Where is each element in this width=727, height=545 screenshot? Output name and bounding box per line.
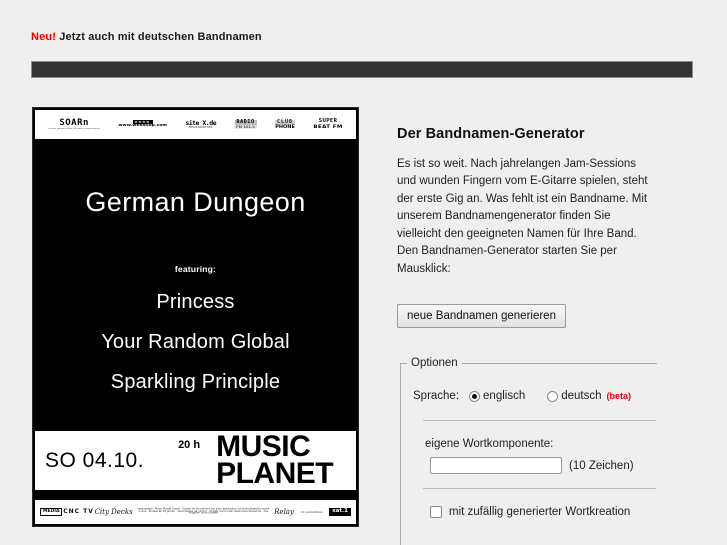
- beta-tag: (beta): [606, 391, 632, 401]
- sponsor-logo: sat.1: [329, 508, 351, 516]
- header-bar: [31, 61, 693, 78]
- poster-venue-line2: PLANET: [216, 456, 334, 490]
- radio-language-englisch[interactable]: [469, 390, 481, 402]
- poster-band-name: Your Random Global: [101, 331, 290, 353]
- sponsor-logo-sub: www.webshop.com: [118, 123, 168, 128]
- neu-badge: Neu!: [31, 31, 57, 43]
- checkbox-label-random-creation: mit zufällig generierter Wortkreation: [449, 506, 631, 518]
- top-notice: Neu! Jetzt auch mit deutschen Bandnamen: [31, 31, 262, 43]
- sponsor-logo: CC promotions: [300, 509, 323, 514]
- language-label: Sprache:: [413, 390, 460, 402]
- top-notice-text: Jetzt auch mit deutschen Bandnamen: [59, 31, 262, 43]
- radio-label-deutsch: deutsch: [561, 390, 602, 402]
- sponsor-logo: ▬▬▬▬ www.webshop.com: [118, 120, 167, 129]
- sponsor-logo-mark: SUPER: [318, 118, 338, 124]
- sponsor-logo: site X.de MEDIENPARTNER: [185, 120, 216, 129]
- sponsor-logo-sub: MEDIENPARTNER: [188, 125, 213, 130]
- sponsor-logo: SUPER BEAT FM: [313, 118, 343, 130]
- poster-featuring-label: featuring:: [174, 264, 217, 274]
- wordcomponent-row: (10 Zeichen): [430, 457, 657, 474]
- wordcomponent-hint: (10 Zeichen): [569, 459, 634, 472]
- poster-legal-text: Veranstalter: Music Planet GmbH · Karten…: [137, 507, 270, 515]
- poster-headline: German Dungeon: [85, 187, 306, 217]
- language-row: Sprache: englisch deutsch (beta): [413, 390, 657, 402]
- checkbox-random-creation[interactable]: [430, 506, 442, 518]
- options-legend: Optionen: [411, 357, 458, 369]
- sponsor-logo: RADIO FM 101.5: [234, 120, 257, 129]
- poster-sponsor-strip-bottom: MEDIA CNC TV City Decks Veranstalter: Mu…: [35, 500, 356, 524]
- sponsor-logo: Relay: [274, 507, 294, 516]
- poster-band-name: Sparkling Principle: [110, 371, 281, 393]
- page-title: Der Bandnamen-Generator: [397, 126, 585, 142]
- random-creation-row: mit zufällig generierter Wortkreation: [430, 506, 657, 518]
- divider: [423, 420, 656, 421]
- options-fieldset: Optionen Sprache: englisch deutsch (beta…: [400, 357, 657, 545]
- wordcomponent-input[interactable]: [430, 457, 562, 474]
- sponsor-logo-mark: SOARn: [59, 117, 89, 128]
- sponsor-logo: SOARn Lorem ipsum dolor sit amet consect…: [48, 117, 101, 131]
- wordcomponent-label: eigene Wortkomponente:: [425, 438, 554, 450]
- generator-panel: Der Bandnamen-Generator Es ist so weit. …: [397, 126, 662, 329]
- concert-poster: SOARn Lorem ipsum dolor sit amet consect…: [32, 107, 359, 527]
- poster-main-area: German Dungeon featuring: Princess Your …: [33, 139, 358, 431]
- poster-band-name: Princess: [156, 291, 235, 313]
- radio-label-englisch: englisch: [483, 390, 526, 402]
- poster-divider: [35, 490, 356, 500]
- radio-language-deutsch[interactable]: [547, 390, 559, 402]
- poster-time: 20 h: [178, 439, 201, 451]
- sponsor-logo: City Decks: [94, 507, 133, 516]
- sponsor-logo-sub: PHONE: [275, 124, 295, 129]
- poster-venue: MUSIC PLANET: [216, 431, 334, 490]
- poster-date: SO 04.10.: [45, 448, 145, 472]
- generator-description: Es ist so weit. Nach jahrelangen Jam-Ses…: [397, 158, 648, 275]
- sponsor-logo-sub: BEAT FM: [313, 124, 343, 130]
- sponsor-logo-sub: Lorem ipsum dolor sit amet consectetur: [48, 127, 101, 130]
- divider: [423, 488, 656, 489]
- sponsor-logo: MEDIA: [40, 507, 63, 517]
- poster-sponsor-strip-top: SOARn Lorem ipsum dolor sit amet consect…: [35, 110, 356, 139]
- poster-date-venue-bar: SO 04.10. 20 h MUSIC PLANET: [35, 431, 356, 490]
- generate-names-button[interactable]: neue Bandnamen generieren: [397, 304, 566, 329]
- sponsor-logo: CLUB PHONE: [275, 119, 296, 130]
- sponsor-logo-sub: FM 101.5: [234, 124, 257, 129]
- sponsor-logo: CNC TV: [63, 508, 94, 515]
